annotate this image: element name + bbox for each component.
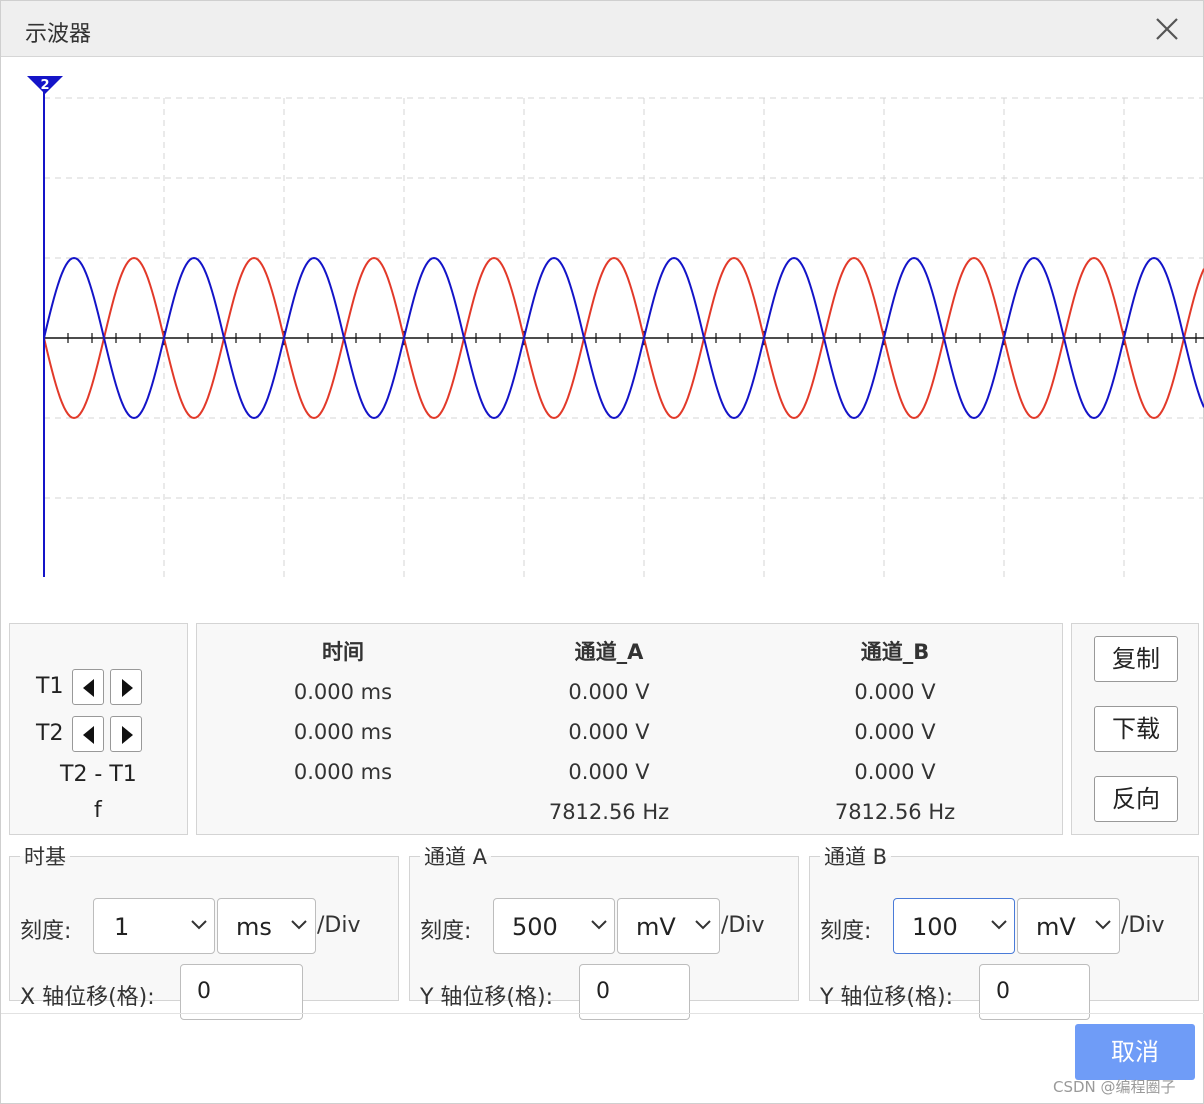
channel-a-group: 通道 A 刻度: 500 mV /Div Y 轴位移(格): 0 <box>409 841 799 1020</box>
t1-channel-b-value: 0.000 V <box>854 680 936 704</box>
download-button[interactable]: 下载 <box>1094 706 1178 752</box>
channel-b-legend: 通道 B <box>824 845 888 869</box>
timebase-offset-label: X 轴位移(格): <box>20 985 155 1010</box>
scope-screen: 2 <box>27 76 1204 577</box>
trigger-marker-label: 2 <box>40 78 49 93</box>
timebase-per-div: /Div <box>317 913 361 938</box>
freq-channel-b-value: 7812.56 Hz <box>834 800 956 824</box>
timebase-group: 时基 刻度: 1 ms /Div X 轴位移(格): 0 <box>9 841 399 1020</box>
channel-b-offset-label: Y 轴位移(格): <box>820 985 954 1010</box>
t2-channel-b-value: 0.000 V <box>854 720 936 744</box>
chevron-down-icon <box>695 920 711 930</box>
channel-b-y-offset-input[interactable]: 0 <box>979 964 1090 1020</box>
delta-channel-b-value: 0.000 V <box>854 760 936 784</box>
t1-left-button[interactable] <box>72 669 104 705</box>
triangle-left-icon <box>83 726 94 744</box>
channel-a-scale-select[interactable]: 500 <box>493 898 615 954</box>
chevron-down-icon <box>591 920 607 930</box>
header-time: 时间 <box>322 640 364 664</box>
timebase-unit-select[interactable]: ms <box>217 898 316 954</box>
t2-left-button[interactable] <box>72 716 104 752</box>
header-channel-b: 通道_B <box>860 640 930 664</box>
dialog-title: 示波器 <box>25 22 92 47</box>
footer-divider <box>1 1013 1204 1014</box>
cancel-button[interactable]: 取消 <box>1075 1024 1195 1080</box>
timebase-scale-select[interactable]: 1 <box>93 898 215 954</box>
action-panel: 复制 下载 反向 <box>1071 623 1199 835</box>
chevron-down-icon <box>191 920 207 930</box>
t2-channel-a-value: 0.000 V <box>568 720 650 744</box>
chevron-down-icon <box>291 920 307 930</box>
channel-b-per-div: /Div <box>1121 913 1165 938</box>
invert-button[interactable]: 反向 <box>1094 776 1178 822</box>
freq-channel-a-value: 7812.56 Hz <box>548 800 670 824</box>
close-icon <box>1156 18 1178 40</box>
triangle-right-icon <box>122 679 133 697</box>
triangle-right-icon <box>122 726 133 744</box>
channel-b-scale-label: 刻度: <box>820 919 872 944</box>
header-channel-a: 通道_A <box>574 640 644 664</box>
x-offset-input[interactable]: 0 <box>180 964 303 1020</box>
watermark: CSDN @编程圈子 <box>1053 1078 1176 1096</box>
timebase-scale-label: 刻度: <box>20 919 72 944</box>
delta-time-value: 0.000 ms <box>293 760 393 784</box>
oscilloscope-dialog: 示波器 2 T1 T2 T2 - T1 f 时间 通道_A 通道_B 0.000… <box>0 0 1204 1104</box>
t1-time-value: 0.000 ms <box>293 680 393 704</box>
t2-time-value: 0.000 ms <box>293 720 393 744</box>
timebase-legend: 时基 <box>24 845 66 869</box>
channel-a-scale-label: 刻度: <box>420 919 472 944</box>
frequency-label: f <box>94 798 102 823</box>
copy-button[interactable]: 复制 <box>1094 636 1178 682</box>
time-axis <box>43 331 1204 345</box>
channel-b-unit-select[interactable]: mV <box>1017 898 1120 954</box>
channel-a-offset-label: Y 轴位移(格): <box>420 985 554 1010</box>
triangle-left-icon <box>83 679 94 697</box>
t1-channel-a-value: 0.000 V <box>568 680 650 704</box>
measurement-panel: 时间 通道_A 通道_B 0.000 ms 0.000 V 0.000 V 0.… <box>196 623 1063 835</box>
t1-right-button[interactable] <box>110 669 142 705</box>
channel-a-legend: 通道 A <box>424 845 488 869</box>
delta-channel-a-value: 0.000 V <box>568 760 650 784</box>
t1-label: T1 <box>36 674 64 699</box>
channel-a-per-div: /Div <box>721 913 765 938</box>
delta-label: T2 - T1 <box>60 762 137 787</box>
title-bar: 示波器 <box>1 1 1203 57</box>
channel-a-unit-select[interactable]: mV <box>617 898 720 954</box>
close-button[interactable] <box>1153 15 1181 43</box>
chevron-down-icon <box>1095 920 1111 930</box>
t2-right-button[interactable] <box>110 716 142 752</box>
channel-b-group: 通道 B 刻度: 100 mV /Div Y 轴位移(格): 0 <box>809 841 1199 1020</box>
chevron-down-icon <box>991 920 1007 930</box>
channel-a-y-offset-input[interactable]: 0 <box>579 964 690 1020</box>
channel-b-scale-select[interactable]: 100 <box>893 898 1015 954</box>
t2-label: T2 <box>36 721 64 746</box>
cursor-panel: T1 T2 T2 - T1 f <box>9 623 188 835</box>
